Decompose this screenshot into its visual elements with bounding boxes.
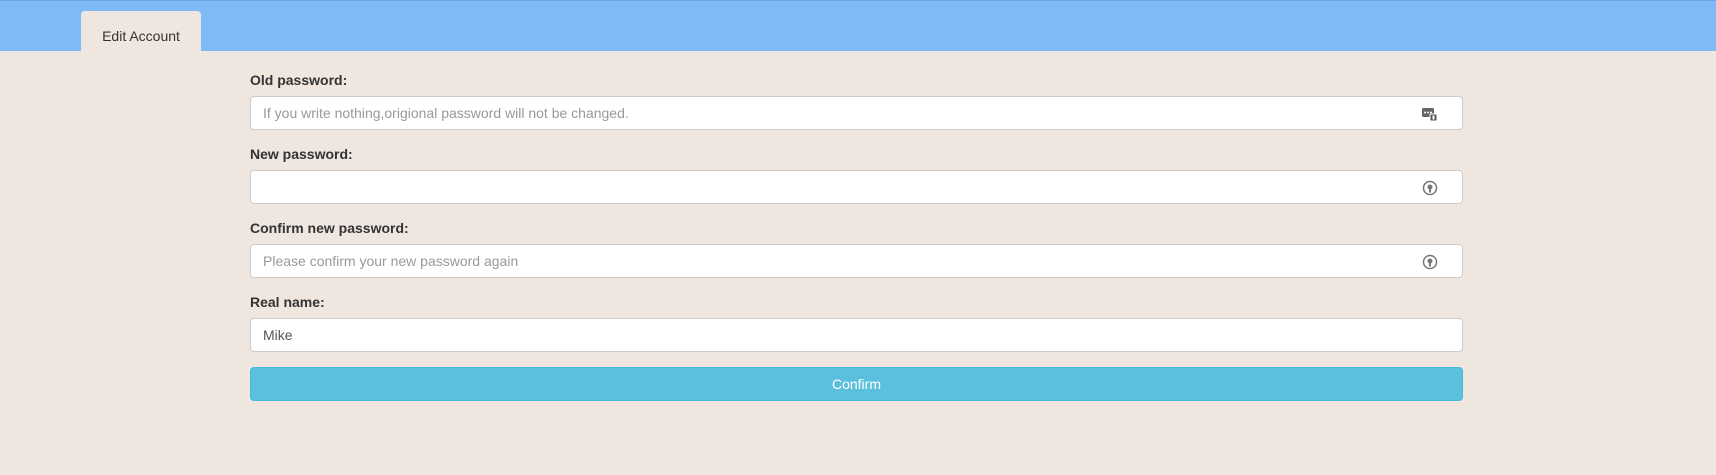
new-password-field[interactable] [250,170,1463,204]
old-password-field[interactable] [250,96,1463,130]
real-name-field[interactable] [250,318,1463,352]
confirm-password-label: Confirm new password: [250,220,409,236]
old-password-label: Old password: [250,72,348,88]
real-name-input[interactable] [251,319,1462,351]
confirm-password-input[interactable] [251,245,1462,277]
new-password-label: New password: [250,146,353,162]
tab-edit-account[interactable]: Edit Account [81,11,201,53]
real-name-label: Real name: [250,294,325,310]
old-password-input[interactable] [251,97,1462,129]
key-lock-icon[interactable] [1422,254,1438,270]
top-nav-bar: Edit Account [0,0,1716,53]
tab-edit-account-label: Edit Account [102,28,180,44]
confirm-password-field[interactable] [250,244,1463,278]
confirm-button[interactable]: Confirm [250,367,1463,401]
new-password-input[interactable] [251,171,1462,203]
key-lock-icon[interactable] [1422,180,1438,196]
password-manager-icon[interactable] [1422,106,1438,122]
